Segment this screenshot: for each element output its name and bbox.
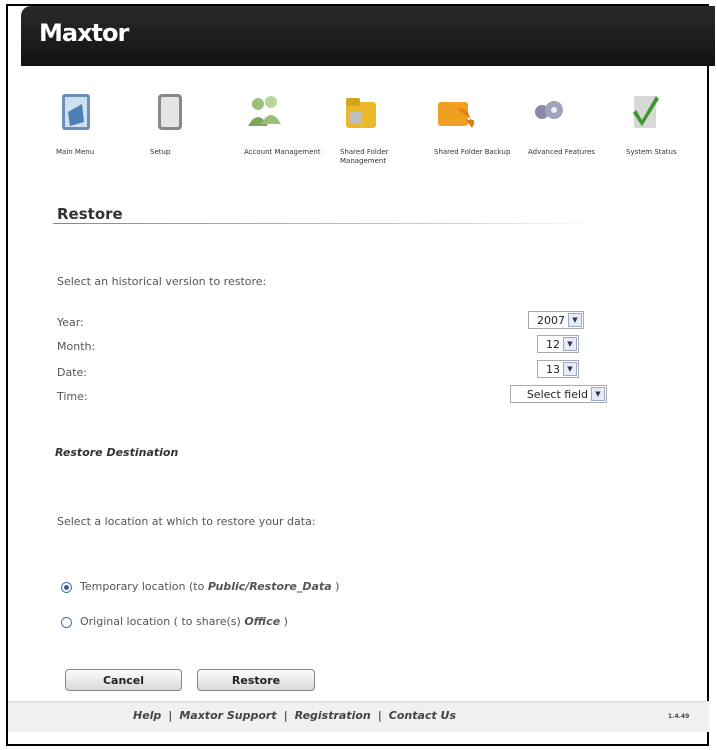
system-status-icon	[633, 96, 659, 128]
nav-setup[interactable]: Setup	[150, 90, 230, 157]
main-menu-icon	[62, 94, 90, 130]
time-label: Time:	[57, 390, 88, 403]
page-title: Restore	[57, 205, 123, 223]
nav-system-status[interactable]: System Status	[626, 90, 706, 157]
help-link[interactable]: Help	[133, 709, 161, 722]
date-label: Date:	[57, 366, 87, 379]
year-select[interactable]: 2007 ▼	[528, 311, 584, 329]
original-location-label[interactable]: Original location ( to share(s) Office )	[80, 615, 288, 628]
nav-main-menu[interactable]: Main Menu	[56, 90, 136, 157]
setup-icon	[158, 94, 182, 130]
version-number: 1.4.49	[668, 713, 690, 720]
destination-instruction: Select a location at which to restore yo…	[57, 515, 316, 528]
year-label: Year:	[57, 316, 84, 329]
chevron-down-icon: ▼	[568, 313, 582, 327]
date-select[interactable]: 13 ▼	[537, 360, 579, 378]
nav-shared-folder-backup[interactable]: Shared Folder Backup	[434, 90, 514, 157]
cancel-button[interactable]: Cancel	[65, 669, 182, 691]
temporary-location-label[interactable]: Temporary location (to Public/Restore_Da…	[80, 580, 339, 593]
registration-link[interactable]: Registration	[295, 709, 371, 722]
contact-us-link[interactable]: Contact Us	[389, 709, 456, 722]
footer-links: Help | Maxtor Support | Registration | Contact…	[133, 709, 457, 722]
maxtor-logo: Maxtor	[39, 19, 129, 47]
nav-advanced-features[interactable]: Advanced Features	[528, 90, 608, 157]
nav-account-management[interactable]: Account Management	[244, 90, 324, 157]
account-management-icon	[248, 96, 281, 126]
shared-folder-management-icon	[346, 98, 376, 128]
advanced-features-icon	[535, 101, 563, 119]
original-location-radio[interactable]	[61, 617, 72, 628]
temporary-location-radio[interactable]	[61, 582, 72, 593]
title-divider	[53, 223, 598, 224]
restore-destination-heading: Restore Destination	[55, 446, 179, 459]
maxtor-support-link[interactable]: Maxtor Support	[179, 709, 276, 722]
month-select[interactable]: 12 ▼	[537, 335, 579, 353]
nav-shared-folder-management[interactable]: Shared Folder Management	[340, 90, 420, 166]
chevron-down-icon: ▼	[563, 362, 577, 376]
chevron-down-icon: ▼	[591, 387, 605, 401]
chevron-down-icon: ▼	[563, 337, 577, 351]
version-instruction: Select an historical version to restore:	[57, 275, 267, 288]
radio-selected-dot	[64, 585, 69, 590]
time-select[interactable]: Select field ▼	[510, 385, 607, 403]
shared-folder-backup-icon	[438, 102, 474, 128]
month-label: Month:	[57, 340, 96, 353]
restore-button[interactable]: Restore	[197, 669, 315, 691]
